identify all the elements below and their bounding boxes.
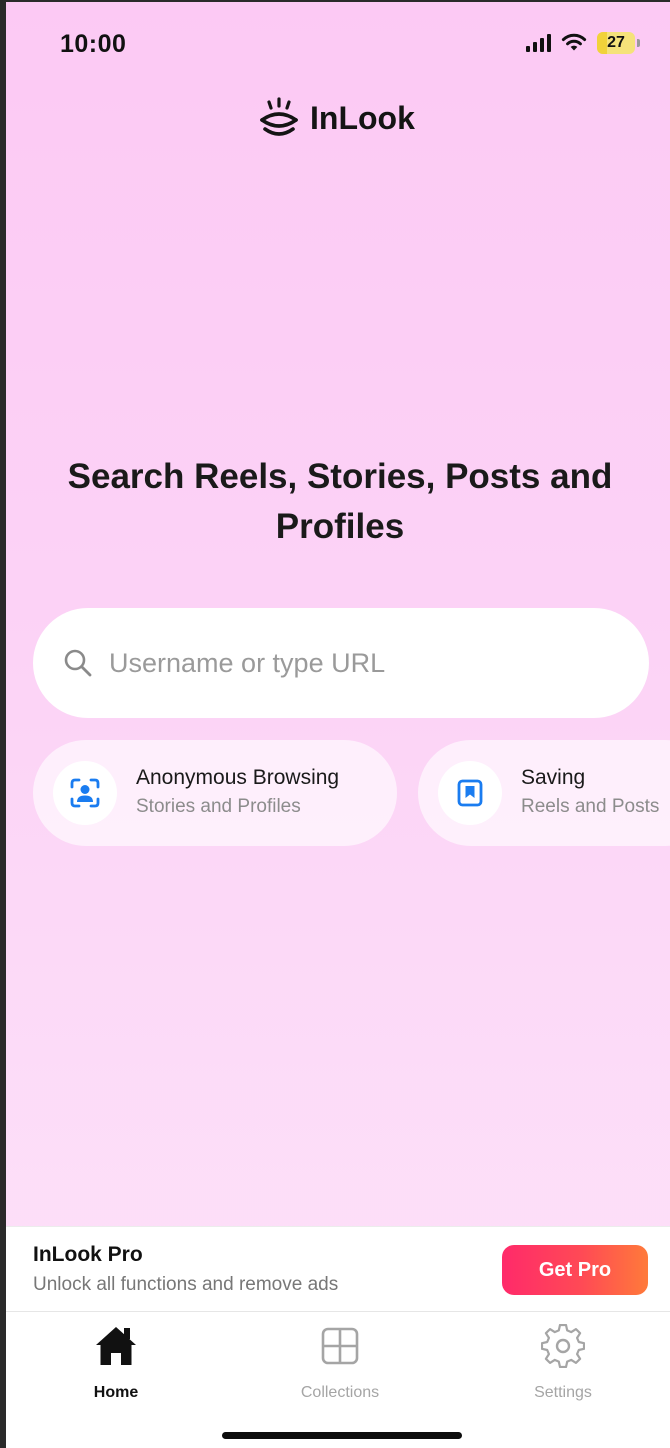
eye-logo-icon	[260, 97, 298, 136]
wifi-icon	[561, 33, 587, 51]
feature-subtitle: Reels and Posts	[521, 796, 660, 817]
home-icon	[96, 1327, 136, 1365]
grid-icon	[321, 1327, 359, 1365]
bookmark-icon	[457, 779, 483, 807]
app-name: InLook	[310, 99, 415, 136]
feature-icon-circle	[438, 761, 502, 825]
tab-home[interactable]: Home	[46, 1322, 186, 1402]
search-bar[interactable]	[33, 608, 649, 718]
tab-label-home: Home	[93, 1384, 139, 1401]
tab-label-collections: Collections	[300, 1384, 380, 1401]
pro-banner: InLook Pro Unlock all functions and remo…	[6, 1226, 670, 1312]
pro-title: InLook Pro	[33, 1243, 143, 1266]
search-icon	[64, 649, 92, 677]
app-logo: InLook	[258, 96, 415, 140]
home-indicator	[222, 1432, 462, 1439]
tab-label-settings: Settings	[534, 1384, 592, 1401]
battery-icon: 27	[597, 32, 640, 54]
app-screen: 10:00 27 InLook Search Reels, Stories, P…	[0, 0, 670, 1448]
get-pro-button[interactable]: Get Pro	[502, 1245, 648, 1295]
feature-title: Saving	[521, 766, 586, 789]
pro-subtitle: Unlock all functions and remove ads	[33, 1274, 339, 1295]
page-headline: Search Reels, Stories, Posts and Profile…	[67, 457, 613, 546]
feature-icon-circle	[53, 761, 117, 825]
tab-settings[interactable]: Settings	[493, 1322, 633, 1402]
gear-icon	[541, 1324, 585, 1368]
tab-bar: Home Collections Settings	[6, 1312, 670, 1448]
status-icons: 27	[526, 32, 640, 54]
tab-collections[interactable]: Collections	[270, 1322, 410, 1402]
feature-subtitle: Stories and Profiles	[136, 796, 301, 817]
signal-icon	[526, 34, 551, 52]
feature-title: Anonymous Browsing	[136, 766, 340, 789]
search-input[interactable]	[107, 646, 591, 680]
feature-anonymous-browsing[interactable]: Anonymous Browsing Stories and Profiles	[33, 740, 397, 846]
status-time: 10:00	[60, 30, 127, 58]
feature-saving[interactable]: Saving Reels and Posts	[418, 740, 670, 846]
face-scan-icon	[70, 778, 100, 808]
battery-level: 27	[607, 34, 625, 51]
